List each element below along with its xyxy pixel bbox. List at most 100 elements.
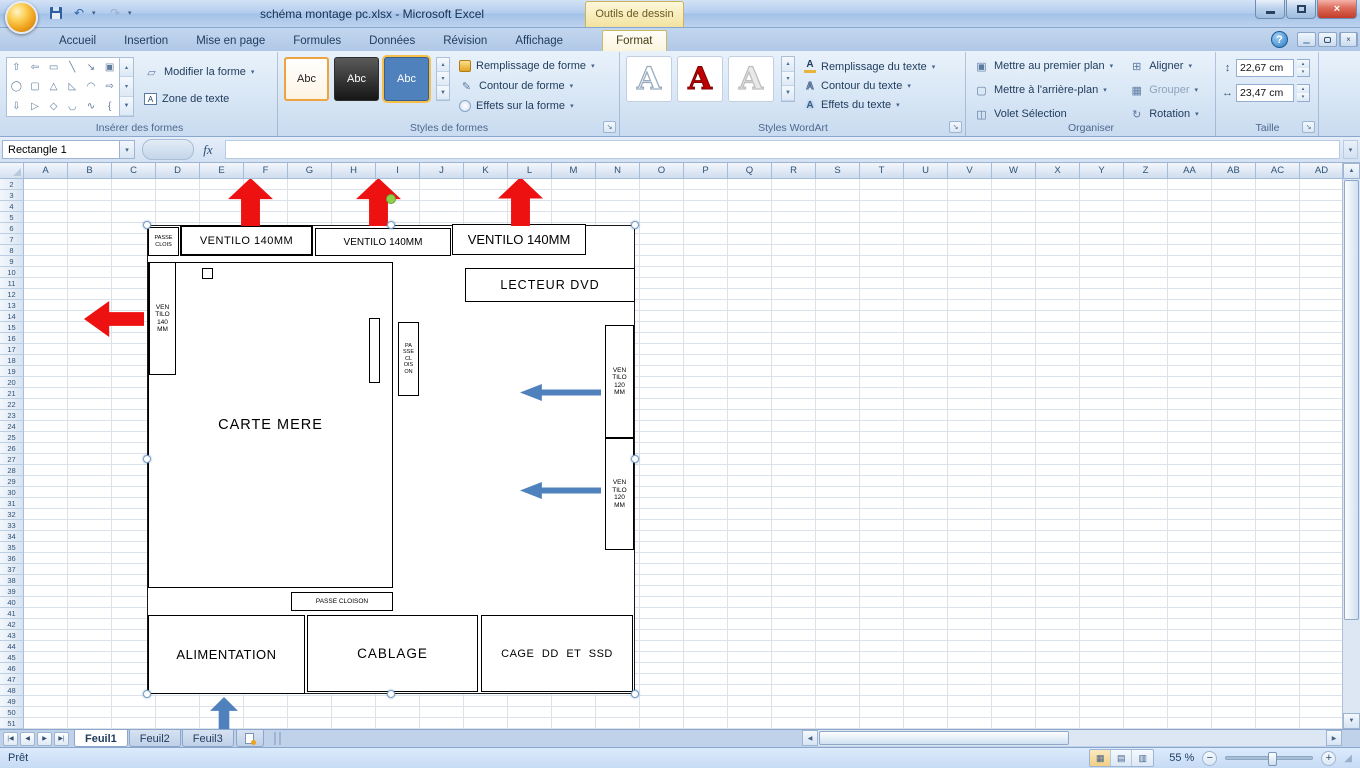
lecteur-dvd-shape[interactable]: LECTEUR DVD (465, 268, 635, 302)
shape-gallery-icon[interactable]: ▷ (26, 97, 45, 116)
redo-button[interactable]: ↷ (105, 4, 125, 22)
shape-gallery-icon[interactable]: ◡ (63, 97, 82, 116)
small-square-shape[interactable] (202, 268, 213, 279)
column-header-ad[interactable]: AD (1300, 163, 1342, 179)
row-header-34[interactable]: 34 (0, 531, 24, 542)
shape-gallery-icon[interactable]: ◯ (7, 77, 26, 96)
row-header-10[interactable]: 10 (0, 267, 24, 278)
row-header-48[interactable]: 48 (0, 685, 24, 696)
ribbon-tab-insertion[interactable]: Insertion (111, 31, 181, 51)
column-header-m[interactable]: M (552, 163, 596, 179)
column-header-z[interactable]: Z (1124, 163, 1168, 179)
formula-input[interactable] (225, 140, 1340, 159)
resize-grip-icon[interactable]: ◢ (1344, 753, 1352, 764)
row-header-14[interactable]: 14 (0, 311, 24, 322)
gallery-scroll-up-icon[interactable]: ▴ (120, 58, 133, 77)
zoom-slider[interactable] (1225, 756, 1313, 760)
workbook-close-button[interactable]: × (1339, 32, 1358, 47)
row-header-27[interactable]: 27 (0, 454, 24, 465)
workbook-restore-button[interactable] (1318, 32, 1337, 47)
row-header-31[interactable]: 31 (0, 498, 24, 509)
row-header-2[interactable]: 2 (0, 179, 24, 190)
row-header-44[interactable]: 44 (0, 641, 24, 652)
row-header-38[interactable]: 38 (0, 575, 24, 586)
name-box-dropdown[interactable]: ▾ (120, 140, 135, 159)
ventilo-120-shape-2[interactable]: VEN TILO 120 MM (605, 438, 634, 550)
shape-gallery-icon[interactable]: ⇩ (7, 97, 26, 116)
styles-more-icon[interactable]: ▼ (437, 86, 449, 100)
text-outline-button[interactable]: A Contour du texte ▾ (804, 80, 935, 92)
selection-handle-top-left[interactable] (143, 221, 151, 229)
passe-cloison-top-shape[interactable]: PASSE CLOIS (148, 227, 179, 256)
rotate-button[interactable]: ↻ Rotation ▾ (1129, 107, 1199, 121)
row-header-7[interactable]: 7 (0, 234, 24, 245)
row-header-35[interactable]: 35 (0, 542, 24, 553)
shape-gallery-icon[interactable]: ▢ (26, 77, 45, 96)
selection-handle-middle-right[interactable] (631, 455, 639, 463)
sheet-tab-feuil2[interactable]: Feuil2 (129, 730, 181, 747)
column-header-l[interactable]: L (508, 163, 552, 179)
workbook-minimize-button[interactable] (1297, 32, 1316, 47)
column-header-i[interactable]: I (376, 163, 420, 179)
column-header-s[interactable]: S (816, 163, 860, 179)
sheet-nav-next-icon[interactable]: ▶ (37, 732, 52, 746)
row-header-36[interactable]: 36 (0, 553, 24, 564)
sheet-nav-last-icon[interactable]: ▶| (54, 732, 69, 746)
shape-styles-dialog-launcher[interactable]: ↘ (603, 121, 616, 133)
shape-gallery-icon[interactable]: ◠ (82, 77, 101, 96)
shape-gallery-icon[interactable]: ▣ (100, 58, 119, 77)
row-header-16[interactable]: 16 (0, 333, 24, 344)
row-header-28[interactable]: 28 (0, 465, 24, 476)
normal-view-icon[interactable]: ▦ (1090, 750, 1111, 766)
column-header-r[interactable]: R (772, 163, 816, 179)
gallery-more-icon[interactable]: ▼ (120, 97, 133, 116)
row-header-25[interactable]: 25 (0, 432, 24, 443)
ventilo-140-shape-2[interactable]: VENTILO 140MM (315, 228, 451, 256)
spin-up-icon[interactable]: ▴ (1297, 60, 1309, 68)
minimize-button[interactable] (1255, 0, 1285, 19)
row-header-30[interactable]: 30 (0, 487, 24, 498)
wordart-style-1[interactable]: A (626, 56, 672, 102)
row-header-43[interactable]: 43 (0, 630, 24, 641)
row-header-45[interactable]: 45 (0, 652, 24, 663)
maximize-button[interactable] (1286, 0, 1316, 19)
row-header-32[interactable]: 32 (0, 509, 24, 520)
column-header-f[interactable]: F (244, 163, 288, 179)
ribbon-tab-affichage[interactable]: Affichage (502, 31, 576, 51)
shape-height-field[interactable] (1236, 59, 1294, 77)
wordart-style-2[interactable]: A (677, 56, 723, 102)
row-header-50[interactable]: 50 (0, 707, 24, 718)
column-header-a[interactable]: A (24, 163, 68, 179)
sheet-nav-prev-icon[interactable]: ◀ (20, 732, 35, 746)
row-header-51[interactable]: 51 (0, 718, 24, 729)
save-button[interactable] (46, 4, 66, 22)
row-header-41[interactable]: 41 (0, 608, 24, 619)
align-button[interactable]: ⊞ Aligner ▾ (1129, 59, 1199, 73)
shape-gallery-icon[interactable]: ▭ (44, 58, 63, 77)
zoom-out-button[interactable]: − (1202, 751, 1217, 766)
zoom-level[interactable]: 55 % (1162, 752, 1194, 764)
column-header-w[interactable]: W (992, 163, 1036, 179)
tab-split-handle[interactable] (274, 732, 281, 745)
column-header-o[interactable]: O (640, 163, 684, 179)
spin-up-icon[interactable]: ▴ (1297, 85, 1309, 93)
column-header-j[interactable]: J (420, 163, 464, 179)
ribbon-tab-donn-es[interactable]: Données (356, 31, 428, 51)
row-header-49[interactable]: 49 (0, 696, 24, 707)
row-header-3[interactable]: 3 (0, 190, 24, 201)
shape-gallery-icon[interactable]: ╲ (63, 58, 82, 77)
shape-gallery-icon[interactable]: ∿ (82, 97, 101, 116)
qat-customize-button[interactable]: ▾ (128, 9, 138, 17)
wordart-scroll-down-icon[interactable]: ▾ (782, 72, 794, 87)
row-header-39[interactable]: 39 (0, 586, 24, 597)
row-header-46[interactable]: 46 (0, 663, 24, 674)
insert-function-button[interactable]: fx (194, 139, 222, 160)
cage-dd-ssd-shape[interactable]: CAGE DD ET SSD (481, 615, 633, 692)
ribbon-tab-r-vision[interactable]: Révision (430, 31, 500, 51)
insert-worksheet-button[interactable] (236, 730, 264, 747)
rotation-handle[interactable] (386, 194, 396, 204)
name-box[interactable] (2, 140, 120, 159)
column-header-ac[interactable]: AC (1256, 163, 1300, 179)
ventilo-120-shape-1[interactable]: VEN TILO 120 MM (605, 325, 634, 438)
shape-gallery-icon[interactable]: ↘ (82, 58, 101, 77)
